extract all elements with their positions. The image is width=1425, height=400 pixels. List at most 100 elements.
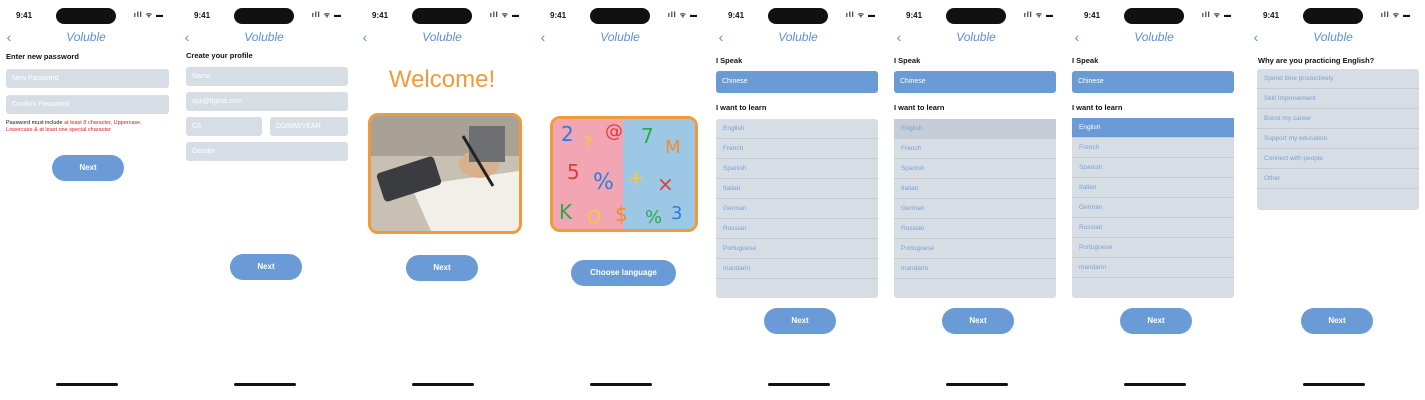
language-option[interactable]: German [894, 199, 1056, 219]
app-logo: Voluble [244, 30, 284, 44]
app-logo: Voluble [1313, 30, 1353, 44]
learn-language-list: English French Spanish Italian German Ru… [1072, 118, 1234, 298]
page-title: Create your profile [186, 51, 253, 60]
svg-text:7: 7 [641, 124, 654, 148]
screen-language-select-selected: 9:41 ıll ᯤ ▬ ‹ Voluble I Speak Chinese I … [1068, 0, 1240, 400]
language-option[interactable]: Russian [716, 219, 878, 239]
next-button[interactable]: Next [764, 308, 836, 334]
email-field[interactable]: xyz@figma.com [186, 92, 348, 111]
hint-requirement-1: at least 8 character, Uppercase, [64, 120, 142, 126]
learn-label: I want to learn [716, 103, 767, 112]
app-logo: Voluble [66, 30, 106, 44]
status-time: 9:41 [1084, 11, 1101, 20]
language-option[interactable]: French [1072, 138, 1234, 158]
next-button[interactable]: Next [230, 254, 302, 280]
language-option[interactable]: mandarin [716, 259, 878, 279]
language-option[interactable]: Portuguese [1072, 238, 1234, 258]
next-button[interactable]: Next [52, 155, 124, 181]
status-bar: 9:41 ıll ᯤ ▬ [1247, 8, 1419, 24]
status-time: 9:41 [550, 11, 567, 20]
reason-option[interactable]: Connect with people [1257, 149, 1419, 169]
language-option-selected[interactable]: English [1072, 118, 1234, 138]
screen-language-select-default: 9:41 ıll ᯤ ▬ ‹ Voluble I Speak Chinese I … [712, 0, 884, 400]
status-bar: 9:41 ıll ᯤ ▬ [0, 8, 172, 24]
svg-text:3: 3 [671, 203, 682, 224]
writing-illustration [371, 116, 519, 231]
new-password-field[interactable]: New Password [6, 69, 169, 88]
language-option[interactable]: Portuguese [894, 239, 1056, 259]
app-logo: Voluble [778, 30, 818, 44]
name-field[interactable]: Name [186, 67, 348, 86]
svg-text:M: M [665, 137, 681, 158]
app-logo: Voluble [422, 30, 462, 44]
signal-wifi-battery-icon: ıll ᯤ ▬ [489, 12, 520, 19]
status-bar: 9:41 ıll ᯤ ▬ [356, 8, 528, 24]
speak-label: I Speak [1072, 56, 1099, 65]
reason-option[interactable]: Support my education [1257, 129, 1419, 149]
language-option[interactable]: Russian [894, 219, 1056, 239]
learn-language-list: English French Spanish Italian German Ru… [716, 119, 878, 298]
language-option[interactable]: Spanish [716, 159, 878, 179]
language-option[interactable]: Spanish [894, 159, 1056, 179]
screen-welcome: 9:41 ıll ᯤ ▬ ‹ Voluble Welcome! Next [356, 0, 528, 400]
reason-option[interactable]: Boost my career [1257, 109, 1419, 129]
next-button[interactable]: Next [1301, 308, 1373, 334]
language-option-hovered[interactable]: English [894, 119, 1056, 139]
status-bar: 9:41 ıll ᯤ ▬ [890, 8, 1062, 24]
language-option[interactable]: Portuguese [716, 239, 878, 259]
status-time: 9:41 [194, 11, 211, 20]
language-option[interactable]: German [1072, 198, 1234, 218]
svg-text:K: K [559, 200, 573, 224]
speak-label: I Speak [894, 56, 921, 65]
dynamic-island [590, 8, 650, 24]
dynamic-island [56, 8, 116, 24]
status-bar: 9:41 ıll ᯤ ▬ [712, 8, 884, 24]
signal-wifi-battery-icon: ıll ᯤ ▬ [311, 12, 342, 19]
reason-option[interactable]: Spend time productively [1257, 69, 1419, 89]
language-option[interactable]: mandarin [1072, 258, 1234, 278]
status-time: 9:41 [1263, 11, 1280, 20]
speak-dropdown[interactable]: Chinese [1072, 71, 1234, 93]
next-button[interactable]: Next [942, 308, 1014, 334]
home-indicator [1303, 383, 1365, 386]
home-indicator [1124, 383, 1186, 386]
page-title: Why are you practicing English? [1258, 56, 1375, 65]
status-bar: 9:41 ıll ᯤ ▬ [178, 8, 350, 24]
country-field[interactable]: CA [186, 117, 262, 136]
dob-field[interactable]: DD/MM/YEAR [270, 117, 348, 136]
page-title: Enter new password [6, 52, 79, 61]
language-option[interactable]: French [716, 139, 878, 159]
language-option[interactable]: Italian [1072, 178, 1234, 198]
gender-field[interactable]: Gender [186, 142, 348, 161]
language-option[interactable]: Italian [894, 179, 1056, 199]
dynamic-island [412, 8, 472, 24]
svg-text:@: @ [605, 121, 623, 142]
reason-option[interactable]: Other [1257, 169, 1419, 189]
speak-dropdown[interactable]: Chinese [716, 71, 878, 93]
home-indicator [412, 383, 474, 386]
status-time: 9:41 [728, 11, 745, 20]
svg-text:O: O [587, 207, 601, 228]
language-option[interactable]: mandarin [894, 259, 1056, 279]
confirm-password-field[interactable]: Confirm Password [6, 95, 169, 114]
language-option[interactable]: Spanish [1072, 158, 1234, 178]
screen-choose-language: 9:41 ıll ᯤ ▬ ‹ Voluble 2 ? @ 7 M 5 % + × … [534, 0, 706, 400]
choose-language-button[interactable]: Choose language [571, 260, 676, 286]
svg-text:?: ? [583, 133, 593, 154]
language-option[interactable]: English [716, 119, 878, 139]
speak-dropdown[interactable]: Chinese [894, 71, 1056, 93]
svg-text:2: 2 [561, 122, 574, 146]
language-option[interactable]: French [894, 139, 1056, 159]
language-option[interactable]: Russian [1072, 218, 1234, 238]
language-option[interactable]: Italian [716, 179, 878, 199]
learn-label: I want to learn [894, 103, 945, 112]
next-button[interactable]: Next [406, 255, 478, 281]
status-time: 9:41 [372, 11, 389, 20]
language-option[interactable]: German [716, 199, 878, 219]
svg-text:5: 5 [567, 160, 580, 184]
dynamic-island [1303, 8, 1363, 24]
next-button[interactable]: Next [1120, 308, 1192, 334]
reason-option[interactable]: Skill Improvement [1257, 89, 1419, 109]
dynamic-island [946, 8, 1006, 24]
status-bar: 9:41 ıll ᯤ ▬ [1068, 8, 1240, 24]
